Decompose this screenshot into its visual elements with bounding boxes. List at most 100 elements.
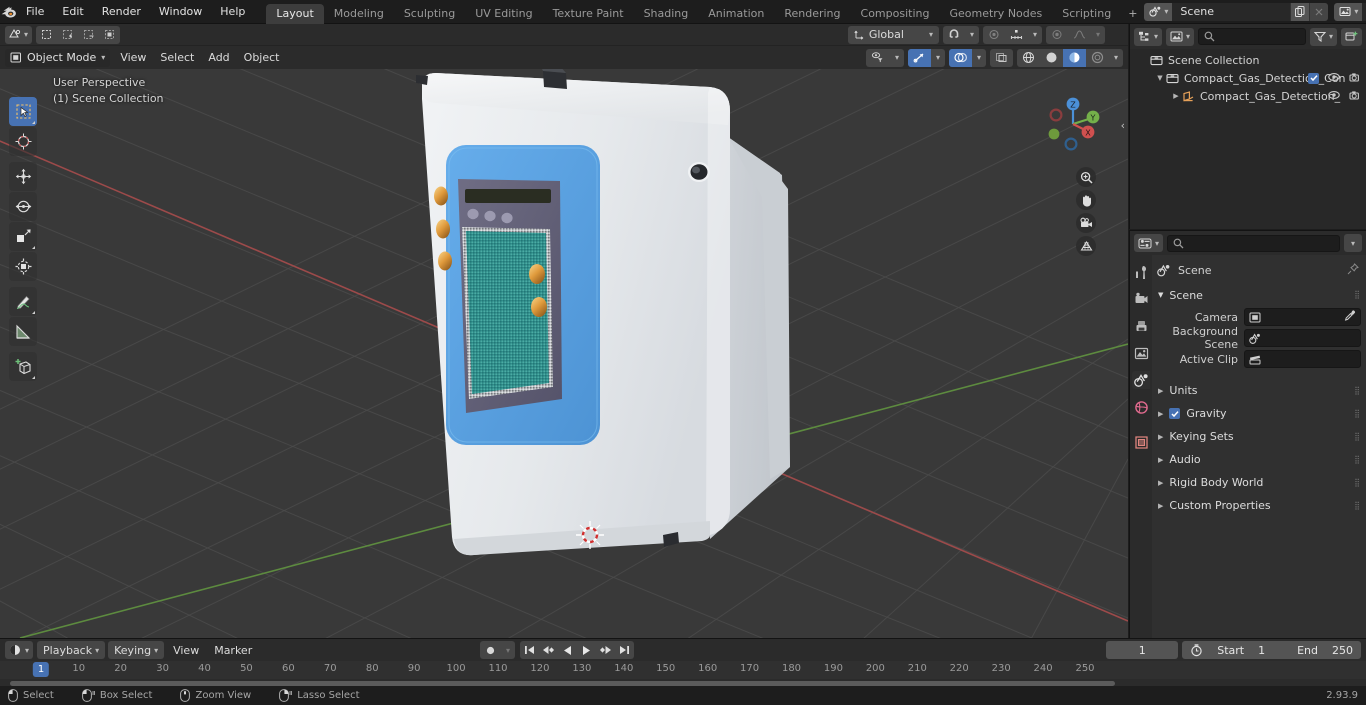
top-menu-window[interactable]: Window bbox=[150, 0, 211, 24]
outliner-display-mode-button[interactable]: ▾ bbox=[1166, 27, 1195, 46]
new-scene-button[interactable] bbox=[1290, 2, 1310, 21]
properties-panel-rigid-body-world[interactable]: ▶ Rigid Body World ⣿ bbox=[1152, 472, 1366, 493]
outliner-disclosure-icon[interactable]: ▼ bbox=[1154, 74, 1166, 82]
timeline-editor[interactable]: ▾ Playback ▾ Keying ▾ View Marker 1 Start 1 E… bbox=[0, 638, 1366, 687]
object-mode-dropdown[interactable]: Object Mode ▾ bbox=[5, 48, 111, 67]
current-frame-field[interactable]: 1 bbox=[1106, 641, 1179, 659]
properties-tab-tool[interactable] bbox=[1132, 263, 1150, 281]
cursor-tool[interactable] bbox=[9, 127, 37, 156]
outliner-row-2[interactable]: ▶ Compact_Gas_Detection_ bbox=[1130, 87, 1366, 105]
top-menu-help[interactable]: Help bbox=[211, 0, 254, 24]
next-keyframe-button[interactable] bbox=[596, 641, 615, 659]
view-layer-icon[interactable]: ▾ bbox=[1334, 2, 1363, 21]
properties-tab-output[interactable] bbox=[1132, 317, 1150, 335]
shading-solid-icon[interactable] bbox=[1040, 49, 1063, 67]
select-extend-icon[interactable] bbox=[57, 26, 78, 44]
annotate-tool[interactable] bbox=[9, 287, 37, 316]
jump-to-start-button[interactable] bbox=[520, 641, 539, 659]
outliner-search-input[interactable] bbox=[1198, 28, 1306, 45]
outliner-new-collection-button[interactable] bbox=[1341, 27, 1362, 46]
move-tool[interactable] bbox=[9, 162, 37, 191]
zoom-view-icon[interactable] bbox=[1076, 167, 1096, 187]
shading-chevron[interactable]: ▾ bbox=[1109, 49, 1123, 67]
pan-view-icon[interactable] bbox=[1076, 190, 1096, 210]
view-layer-name-field[interactable]: View Layer bbox=[1362, 2, 1366, 21]
panel-disclosure-icon[interactable]: ▶ bbox=[1158, 410, 1163, 418]
transport-controls[interactable] bbox=[520, 641, 635, 659]
gas-detection-controller-model[interactable] bbox=[410, 69, 820, 572]
workspace-tab-sculpting[interactable]: Sculpting bbox=[394, 4, 465, 24]
workspace-tab-compositing[interactable]: Compositing bbox=[851, 4, 940, 24]
outliner-editor[interactable]: ▾ ▾ ▾ Scene Collection ▼ Compact_Gas_Det… bbox=[1129, 24, 1366, 229]
panel-disclosure-icon[interactable]: ▶ bbox=[1158, 479, 1163, 487]
timeline-menu-keying[interactable]: Keying ▾ bbox=[108, 641, 165, 659]
falloff-chevron[interactable]: ▾ bbox=[1091, 26, 1105, 44]
outliner-editor-type-button[interactable]: ▾ bbox=[1134, 27, 1163, 46]
end-frame-value[interactable]: 250 bbox=[1332, 644, 1353, 657]
scale-tool[interactable] bbox=[9, 222, 37, 251]
properties-tab-view-layer[interactable] bbox=[1132, 344, 1150, 362]
outliner-row-1[interactable]: ▼ Compact_Gas_Detection_Con bbox=[1130, 69, 1366, 87]
timeline-playhead[interactable]: 1 bbox=[32, 662, 50, 677]
transform-orientation-dropdown[interactable]: Global ▾ bbox=[847, 25, 939, 44]
viewport-menu-select[interactable]: Select bbox=[154, 49, 200, 67]
auto-keyframe-group[interactable]: ▾ bbox=[480, 641, 516, 659]
workspace-tab-texture-paint[interactable]: Texture Paint bbox=[543, 4, 634, 24]
timeline-scrollbar-thumb[interactable] bbox=[10, 680, 1115, 686]
outliner-render-camera-icon[interactable] bbox=[1349, 90, 1361, 103]
property-field-input[interactable] bbox=[1244, 329, 1361, 347]
panel-disclosure-icon[interactable]: ▶ bbox=[1158, 502, 1163, 510]
workspace-tab-scripting[interactable]: Scripting bbox=[1052, 4, 1121, 24]
outliner-visibility-eye-icon[interactable] bbox=[1328, 90, 1340, 103]
transform-tool[interactable] bbox=[9, 252, 37, 281]
timeline-editor-type-button[interactable]: ▾ bbox=[5, 641, 34, 659]
play-reverse-button[interactable] bbox=[558, 641, 577, 659]
record-chevron[interactable]: ▾ bbox=[501, 641, 515, 659]
workspace-tab-rendering[interactable]: Rendering bbox=[774, 4, 850, 24]
properties-editor[interactable]: ▾ ▾ Scene ▼ Scene ⣿ Camera Background Sc… bbox=[1129, 230, 1366, 639]
proportional-falloff-group[interactable]: ▾ bbox=[1045, 25, 1105, 44]
toggle-orthographic-icon[interactable] bbox=[1076, 236, 1096, 256]
timeline-menu-view[interactable]: View bbox=[167, 641, 205, 659]
top-menu-render[interactable]: Render bbox=[93, 0, 150, 24]
top-menu-file[interactable]: File bbox=[17, 0, 53, 24]
property-field-input[interactable] bbox=[1244, 350, 1361, 368]
viewport-menu-view[interactable]: View bbox=[114, 49, 152, 67]
panel-enable-checkbox[interactable] bbox=[1169, 408, 1181, 419]
object-types-visibility-icon[interactable] bbox=[866, 49, 890, 67]
3d-viewport[interactable]: ▾ Global ▾ ▾ ▾ ▾ Object Mode ▾ View Sele… bbox=[0, 24, 1128, 638]
gizmo-group[interactable]: ▾ bbox=[907, 48, 945, 67]
jump-to-end-button[interactable] bbox=[615, 641, 634, 659]
add-workspace-button[interactable]: + bbox=[1121, 4, 1144, 24]
viewport-menu-object[interactable]: Object bbox=[238, 49, 286, 67]
outliner-filter-button[interactable]: ▾ bbox=[1309, 27, 1337, 46]
shading-rendered-icon[interactable] bbox=[1086, 49, 1109, 67]
pin-icon[interactable] bbox=[1347, 262, 1359, 278]
select-invert-icon[interactable] bbox=[99, 26, 120, 44]
scene-name-field[interactable]: Scene bbox=[1172, 2, 1291, 21]
snap-magnet-icon[interactable] bbox=[943, 26, 965, 44]
timeline-menu-marker[interactable]: Marker bbox=[208, 641, 258, 659]
snap-target-icon[interactable] bbox=[1005, 26, 1028, 44]
unlink-scene-button[interactable] bbox=[1309, 2, 1329, 21]
properties-tab-object[interactable] bbox=[1132, 433, 1150, 451]
view-layer-selector[interactable]: ▾ View Layer bbox=[1334, 2, 1366, 21]
scene-panel-header[interactable]: ▼ Scene ⣿ bbox=[1152, 285, 1366, 305]
workspace-tab-animation[interactable]: Animation bbox=[698, 4, 774, 24]
overlays-group[interactable]: ▾ bbox=[948, 48, 986, 67]
select-subtract-icon[interactable] bbox=[78, 26, 99, 44]
start-frame-value[interactable]: 1 bbox=[1258, 644, 1265, 657]
properties-search-input[interactable] bbox=[1167, 234, 1340, 252]
falloff-curve-icon[interactable] bbox=[1068, 26, 1091, 44]
properties-panel-custom-properties[interactable]: ▶ Custom Properties ⣿ bbox=[1152, 495, 1366, 516]
properties-panel-gravity[interactable]: ▶ Gravity ⣿ bbox=[1152, 403, 1366, 424]
select-mode-group[interactable] bbox=[36, 25, 121, 44]
outliner-row-0[interactable]: Scene Collection bbox=[1130, 51, 1366, 69]
properties-options-chevron[interactable]: ▾ bbox=[1343, 234, 1362, 252]
xray-group[interactable] bbox=[989, 48, 1013, 67]
properties-panel-units[interactable]: ▶ Units ⣿ bbox=[1152, 380, 1366, 401]
viewport-menu-add[interactable]: Add bbox=[202, 49, 235, 67]
outliner-visibility-eye-icon[interactable] bbox=[1328, 72, 1340, 85]
timeline-ruler[interactable]: 10 20 30 40 50 60 70 80 90 100 110 120 130 140 150 160 1… bbox=[0, 661, 1366, 679]
properties-tab-world[interactable] bbox=[1132, 398, 1150, 416]
